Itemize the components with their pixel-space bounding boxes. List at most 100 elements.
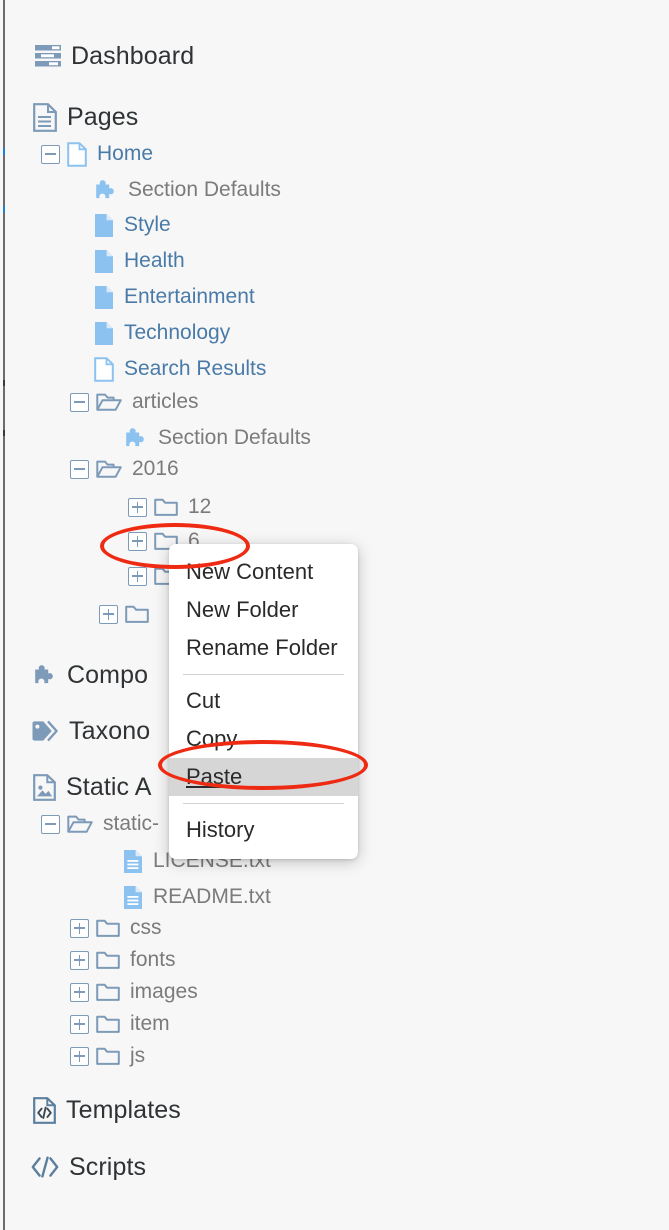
pages-document-icon bbox=[33, 102, 57, 132]
expand-toggle-icon[interactable] bbox=[99, 604, 118, 624]
tree-node-label: item bbox=[130, 1012, 170, 1035]
folder-open-icon bbox=[96, 459, 122, 479]
text-file-icon bbox=[123, 849, 143, 874]
collapse-toggle-icon[interactable] bbox=[70, 459, 89, 479]
code-brackets-icon bbox=[31, 1156, 59, 1178]
nav-item-label: Dashboard bbox=[71, 41, 195, 70]
tree-node-fonts[interactable]: fonts bbox=[70, 942, 176, 978]
menu-item-label: History bbox=[186, 817, 255, 842]
collapse-toggle-icon[interactable] bbox=[41, 144, 60, 164]
menu-item-copy[interactable]: Copy bbox=[169, 720, 358, 758]
rail-marker bbox=[3, 148, 5, 155]
tree-node-folder[interactable] bbox=[99, 596, 159, 632]
nav-item-pages[interactable]: Pages bbox=[33, 99, 138, 135]
menu-separator bbox=[183, 674, 344, 675]
menu-item-label: Copy bbox=[186, 726, 238, 751]
expand-toggle-icon[interactable] bbox=[128, 497, 147, 517]
menu-item-label: Paste bbox=[186, 764, 243, 789]
collapse-toggle-icon[interactable] bbox=[70, 392, 89, 412]
text-file-icon bbox=[123, 885, 143, 910]
folder-closed-icon bbox=[96, 1046, 120, 1066]
tree-node-label: 12 bbox=[188, 495, 212, 518]
image-document-icon bbox=[33, 773, 56, 801]
tree-node-articles[interactable]: articles bbox=[70, 384, 199, 420]
expand-toggle-icon[interactable] bbox=[70, 1014, 89, 1034]
folder-closed-icon bbox=[96, 982, 120, 1002]
expand-toggle-icon[interactable] bbox=[128, 566, 147, 586]
menu-item-paste[interactable]: Paste bbox=[169, 758, 358, 796]
page-outline-icon bbox=[94, 356, 114, 382]
tree-node-label: articles bbox=[132, 390, 199, 413]
menu-item-cut[interactable]: Cut bbox=[169, 682, 358, 720]
expand-toggle-icon[interactable] bbox=[70, 950, 89, 970]
tree-node-item[interactable]: item bbox=[70, 1006, 170, 1042]
nav-item-templates[interactable]: Templates bbox=[33, 1092, 181, 1128]
folder-closed-icon bbox=[125, 604, 149, 624]
tree-node-label: static- bbox=[103, 812, 160, 835]
tree-node-static-assets[interactable]: static- bbox=[41, 806, 159, 842]
nav-item-scripts[interactable]: Scripts bbox=[31, 1149, 146, 1185]
nav-item-label: Scripts bbox=[69, 1152, 147, 1181]
tree-node-js[interactable]: js bbox=[70, 1038, 145, 1074]
rail-marker bbox=[3, 430, 5, 436]
tree-node-label: Section Defaults bbox=[128, 178, 281, 201]
puzzle-piece-icon bbox=[124, 427, 148, 449]
expand-toggle-icon[interactable] bbox=[70, 1046, 89, 1066]
puzzle-piece-icon bbox=[33, 664, 57, 686]
tree-node-label: Entertainment bbox=[124, 285, 255, 308]
nav-item-label: Pages bbox=[67, 102, 139, 131]
tree-node-health[interactable]: Health bbox=[70, 243, 185, 279]
folder-closed-icon bbox=[154, 497, 178, 517]
menu-item-history[interactable]: History bbox=[169, 811, 358, 849]
folder-closed-icon bbox=[96, 950, 120, 970]
tree-node-technology[interactable]: Technology bbox=[70, 315, 230, 351]
collapse-toggle-icon[interactable] bbox=[41, 814, 60, 834]
menu-item-rename-folder[interactable]: Rename Folder bbox=[169, 629, 358, 667]
tree-node-label: 2016 bbox=[132, 457, 179, 480]
tree-node-style[interactable]: Style bbox=[70, 207, 171, 243]
tree-node-label: Section Defaults bbox=[158, 426, 311, 449]
tree-node-search-results[interactable]: Search Results bbox=[70, 351, 266, 387]
template-code-document-icon bbox=[33, 1096, 56, 1124]
folder-open-icon bbox=[67, 814, 93, 834]
tree-node-label: Home bbox=[97, 142, 154, 165]
expand-toggle-icon[interactable] bbox=[70, 982, 89, 1002]
tree-node-home[interactable]: Home bbox=[41, 136, 153, 172]
page-filled-icon bbox=[94, 249, 114, 274]
menu-item-new-content[interactable]: New Content bbox=[169, 553, 358, 591]
menu-separator bbox=[183, 803, 344, 804]
menu-item-label: New Content bbox=[186, 559, 314, 584]
tree-node-images[interactable]: images bbox=[70, 974, 198, 1010]
tree-node-label: images bbox=[130, 980, 198, 1003]
tree-node-12[interactable]: 12 bbox=[128, 489, 211, 525]
dashboard-icon bbox=[35, 45, 61, 67]
left-edge-rail bbox=[3, 0, 5, 1230]
nav-item-label: Taxono bbox=[69, 716, 151, 745]
tree-node-2016[interactable]: 2016 bbox=[70, 451, 179, 487]
tree-node-section-defaults[interactable]: Section Defaults bbox=[70, 172, 281, 208]
nav-item-label: Static A bbox=[66, 772, 152, 801]
tree-node-label: Health bbox=[124, 249, 185, 272]
page-filled-icon bbox=[94, 213, 114, 238]
folder-closed-icon bbox=[96, 918, 120, 938]
tag-icon bbox=[31, 720, 59, 742]
menu-item-new-folder[interactable]: New Folder bbox=[169, 591, 358, 629]
nav-item-label: Compo bbox=[67, 660, 149, 689]
tree-node-css[interactable]: css bbox=[70, 910, 162, 946]
menu-item-label: Rename Folder bbox=[186, 635, 338, 660]
rail-marker bbox=[3, 206, 5, 213]
nav-item-taxonomy[interactable]: Taxono bbox=[31, 713, 150, 749]
tree-node-label: fonts bbox=[130, 948, 176, 971]
expand-toggle-icon[interactable] bbox=[128, 531, 147, 551]
nav-item-components[interactable]: Compo bbox=[33, 657, 148, 693]
tree-node-label: Style bbox=[124, 213, 171, 236]
tree-node-entertainment[interactable]: Entertainment bbox=[70, 279, 255, 315]
expand-toggle-icon[interactable] bbox=[70, 918, 89, 938]
context-menu[interactable]: New Content New Folder Rename Folder Cut Cop… bbox=[169, 544, 358, 859]
nav-item-label: Templates bbox=[66, 1095, 181, 1124]
nav-item-dashboard[interactable]: Dashboard bbox=[35, 38, 194, 74]
tree-node-label: Search Results bbox=[124, 357, 267, 380]
tree-node-label: css bbox=[130, 916, 162, 939]
nav-item-static-assets[interactable]: Static A bbox=[33, 769, 152, 805]
tree-node-label: README.txt bbox=[153, 885, 271, 908]
